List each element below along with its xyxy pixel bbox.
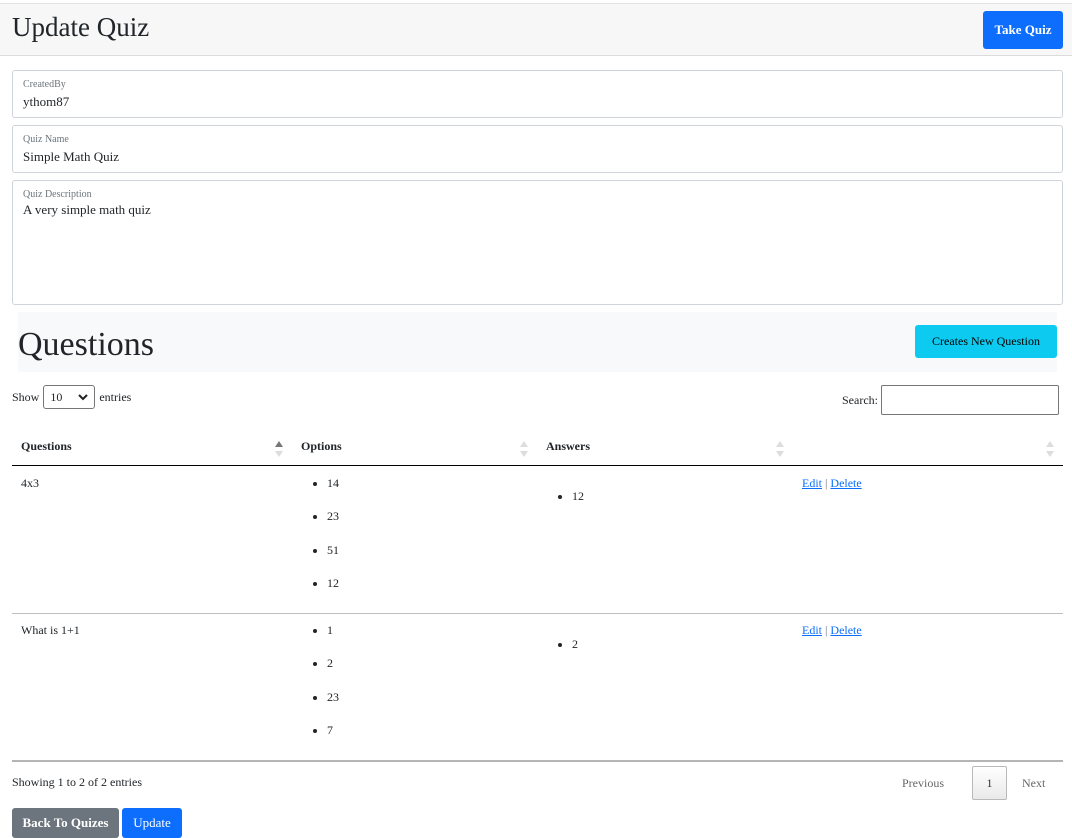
column-header-questions-label: Questions <box>21 439 72 453</box>
entries-label: entries <box>99 389 132 404</box>
option-item: 23 <box>327 690 339 723</box>
quiz-description-field[interactable]: Quiz Description A very simple math quiz <box>12 180 1063 305</box>
delete-link[interactable]: Delete <box>830 623 861 637</box>
actions-cell: Edit | Delete <box>802 476 862 491</box>
column-header-questions[interactable]: Questions <box>12 430 291 466</box>
actions-cell: Edit | Delete <box>802 623 862 638</box>
answers-cell: 2 <box>546 637 578 652</box>
option-item: 7 <box>327 723 339 756</box>
option-item: 14 <box>327 476 339 509</box>
create-question-button[interactable]: Creates New Question <box>915 325 1057 358</box>
sort-ascending-icon <box>275 438 283 457</box>
questions-header: Questions Creates New Question <box>18 312 1057 372</box>
entries-length-control: Show 10 entries <box>12 385 131 409</box>
column-header-actions[interactable] <box>793 430 1063 466</box>
column-header-answers-label: Answers <box>546 439 590 453</box>
option-item: 1 <box>327 623 339 656</box>
column-header-options-label: Options <box>301 439 342 453</box>
answer-item: 2 <box>572 637 578 652</box>
entries-select[interactable]: 10 <box>43 385 96 409</box>
options-cell: 1 2 23 7 <box>301 623 339 756</box>
column-header-options[interactable]: Options <box>292 430 535 466</box>
table-info: Showing 1 to 2 of 2 entries <box>12 775 142 789</box>
row-divider <box>12 613 1063 614</box>
quiz-description-label: Quiz Description <box>23 189 92 200</box>
options-cell: 14 23 51 12 <box>301 476 339 609</box>
option-item: 2 <box>327 656 339 689</box>
edit-link[interactable]: Edit <box>802 476 822 490</box>
search-input[interactable] <box>880 385 1059 415</box>
option-item: 51 <box>327 543 339 576</box>
table-header-divider <box>12 465 1063 466</box>
entries-select-value: 10 <box>50 389 63 404</box>
question-cell: What is 1+1 <box>21 623 80 637</box>
answer-item: 12 <box>572 489 584 504</box>
take-quiz-button[interactable]: Take Quiz <box>983 11 1063 49</box>
created-by-label: CreatedBy <box>23 79 66 90</box>
sort-icon <box>520 438 528 457</box>
option-item: 23 <box>327 509 339 542</box>
created-by-value: ythom87 <box>23 94 70 109</box>
quiz-name-field[interactable]: Quiz Name Simple Math Quiz <box>12 125 1063 173</box>
chevron-down-icon <box>78 390 89 405</box>
separator: | <box>825 623 828 637</box>
search-label: Search: <box>842 392 878 407</box>
sort-icon <box>776 438 784 457</box>
quiz-description-value: A very simple math quiz <box>23 202 151 217</box>
show-label: Show <box>12 389 40 404</box>
column-header-answers[interactable]: Answers <box>537 430 791 466</box>
sort-icon <box>1046 438 1054 457</box>
pagination-next[interactable]: Next <box>1022 776 1045 791</box>
answers-cell: 12 <box>546 489 584 504</box>
option-item: 12 <box>327 576 339 609</box>
separator: | <box>825 476 828 490</box>
questions-title: Questions <box>18 326 154 363</box>
quiz-name-value: Simple Math Quiz <box>23 149 120 164</box>
pagination-previous[interactable]: Previous <box>902 776 944 791</box>
page-title: Update Quiz <box>12 12 150 42</box>
quiz-name-label: Quiz Name <box>23 134 69 145</box>
table-search: Search: <box>842 385 1059 415</box>
pagination-page-1[interactable]: 1 <box>972 766 1007 800</box>
created-by-field[interactable]: CreatedBy ythom87 <box>12 70 1063 118</box>
edit-link[interactable]: Edit <box>802 623 822 637</box>
table-bottom-divider <box>12 760 1063 762</box>
question-cell: 4x3 <box>21 476 39 490</box>
page-header: Update Quiz Take Quiz <box>0 3 1072 56</box>
delete-link[interactable]: Delete <box>830 476 861 490</box>
